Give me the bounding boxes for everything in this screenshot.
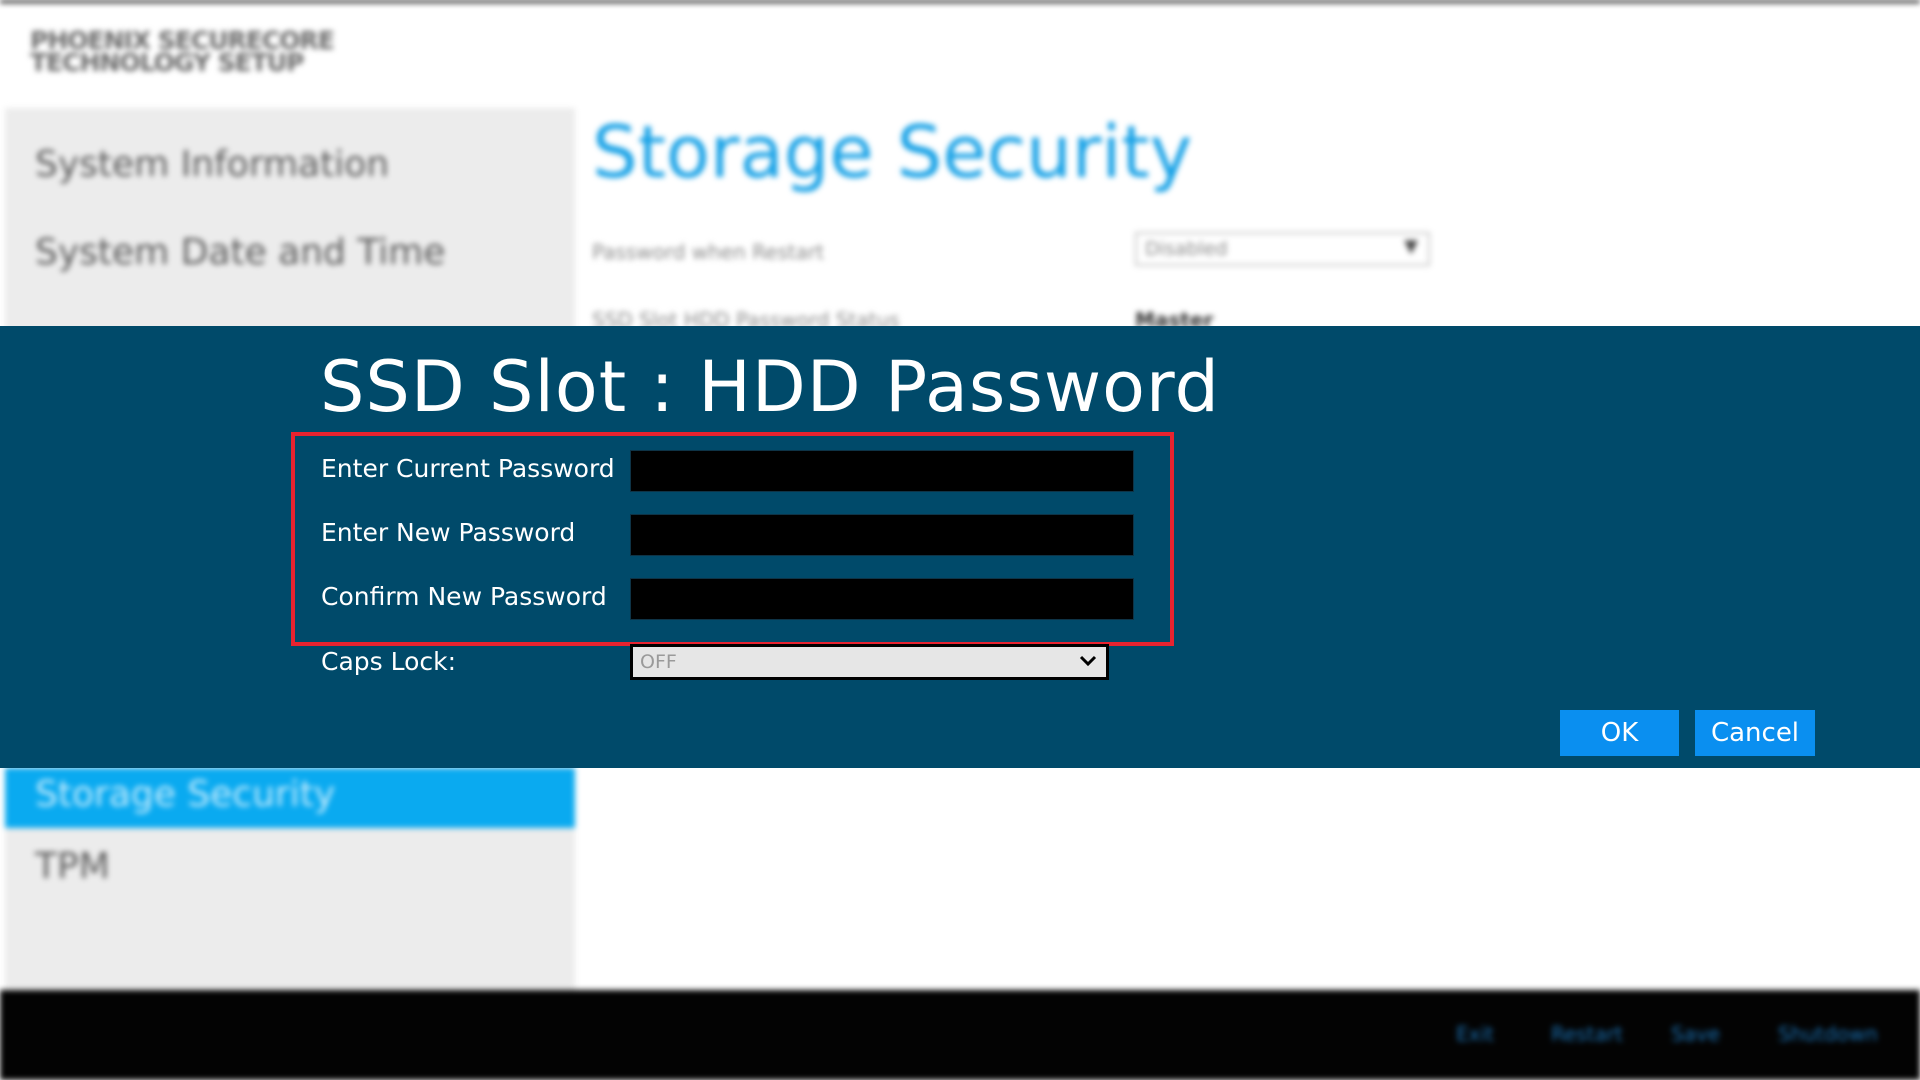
caps-lock-value: OFF (640, 651, 677, 673)
ok-button[interactable]: OK (1560, 710, 1679, 756)
new-password-field[interactable] (630, 514, 1134, 556)
dialog-title: SSD Slot : HDD Password (320, 346, 1220, 428)
sidebar-item-system-information[interactable]: System Information (35, 144, 389, 185)
exit-button[interactable]: Exit (1456, 1022, 1494, 1046)
top-rule (0, 0, 1920, 3)
password-restart-select[interactable]: Disabled ▼ (1135, 232, 1430, 266)
logo-line-2: TECHNOLOGY SETUP (30, 48, 304, 77)
caps-lock-label: Caps Lock: (321, 647, 457, 676)
setting-label-password-restart: Password when Restart (592, 240, 825, 264)
chevron-down-icon (1079, 655, 1097, 667)
restart-button[interactable]: Restart (1551, 1022, 1623, 1046)
select-value: Disabled (1145, 238, 1228, 260)
vendor-logo: PHOENIX SECURECORE TECHNOLOGY SETUP (30, 28, 335, 77)
hdd-password-dialog: SSD Slot : HDD Password Enter Current Pa… (0, 326, 1920, 768)
new-password-label: Enter New Password (321, 518, 576, 547)
sidebar-item-storage-security[interactable]: Storage Security (5, 768, 575, 828)
chevron-down-icon: ▼ (1404, 236, 1418, 257)
caps-lock-select[interactable]: OFF (630, 644, 1109, 680)
sidebar-item-label: Storage Security (35, 774, 336, 815)
cancel-button[interactable]: Cancel (1695, 710, 1815, 756)
shutdown-button[interactable]: Shutdown (1778, 1022, 1878, 1046)
save-button[interactable]: Save (1671, 1022, 1720, 1046)
current-password-field[interactable] (630, 450, 1134, 492)
current-password-label: Enter Current Password (321, 454, 615, 483)
setup-screen: PHOENIX SECURECORE TECHNOLOGY SETUP Syst… (0, 0, 1920, 1080)
sidebar-item-system-date-time[interactable]: System Date and Time (35, 232, 445, 273)
sidebar-item-tpm[interactable]: TPM (35, 846, 110, 887)
confirm-password-field[interactable] (630, 578, 1134, 620)
confirm-password-label: Confirm New Password (321, 582, 607, 611)
bottom-bar (0, 990, 1920, 1080)
page-title: Storage Security (592, 110, 1193, 194)
